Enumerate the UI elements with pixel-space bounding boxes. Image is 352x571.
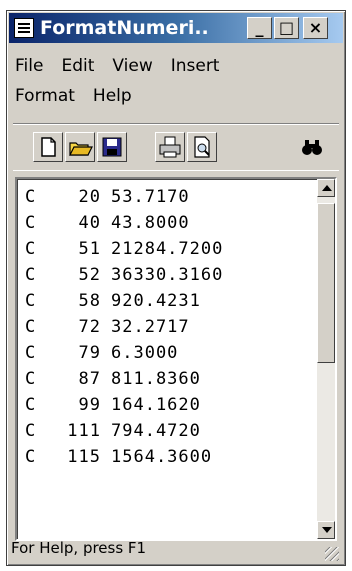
find-binoculars-icon[interactable] — [297, 132, 327, 162]
window-title: FormatNumeri... — [40, 17, 210, 39]
toolbar — [13, 123, 339, 171]
text-line: C 111 794.4720 — [25, 421, 201, 441]
print-preview-icon[interactable] — [187, 132, 217, 162]
arrow-down-icon — [322, 527, 332, 533]
menu-edit[interactable]: Edit — [61, 56, 94, 76]
arrow-up-icon — [322, 185, 332, 191]
status-bar: For Help, press F1 — [11, 535, 339, 561]
close-button[interactable]: × — [303, 17, 328, 39]
print-icon[interactable] — [155, 132, 185, 162]
scroll-thumb[interactable] — [317, 203, 335, 363]
menu-row-2: Format Help — [15, 81, 335, 111]
open-folder-icon[interactable] — [65, 132, 95, 162]
menu-row-1: File Edit View Insert — [15, 51, 335, 81]
status-text: For Help, press F1 — [11, 539, 147, 557]
save-disk-icon[interactable] — [97, 132, 127, 162]
text-line: C 79 6.3000 — [25, 343, 179, 363]
menu-view[interactable]: View — [112, 56, 152, 76]
scroll-up-button[interactable] — [317, 179, 335, 197]
text-line: C 72 32.2717 — [25, 317, 190, 337]
text-line: C 51 21284.7200 — [25, 239, 224, 259]
vertical-scrollbar[interactable] — [317, 179, 335, 539]
document-app-icon[interactable] — [14, 18, 34, 38]
maximize-button[interactable]: □ — [274, 17, 299, 39]
document-content: C 20 53.7170 C 40 43.8000 C 51 21284.7200 C 52 3… — [25, 187, 307, 473]
menu-file[interactable]: File — [15, 56, 43, 76]
text-line: C 115 1564.3600 — [25, 447, 213, 467]
text-line: C 58 920.4231 — [25, 291, 201, 311]
menu-help[interactable]: Help — [93, 86, 132, 106]
text-line: C 99 164.1620 — [25, 395, 201, 415]
menu-format[interactable]: Format — [15, 86, 75, 106]
minimize-button[interactable]: _ — [247, 17, 272, 39]
document-view[interactable]: C 20 53.7170 C 40 43.8000 C 51 21284.7200 C 52 3… — [15, 177, 337, 541]
app-window: FormatNumeri... _ □ × File Edit View Ins… — [6, 10, 346, 566]
text-line: C 87 811.8360 — [25, 369, 201, 389]
new-document-icon[interactable] — [33, 132, 63, 162]
menu-insert[interactable]: Insert — [171, 56, 220, 76]
text-line: C 52 36330.3160 — [25, 265, 224, 285]
menu-bar: File Edit View Insert Format Help — [15, 51, 335, 111]
title-bar[interactable]: FormatNumeri... _ □ × — [9, 13, 343, 43]
text-line: C 40 43.8000 — [25, 213, 190, 233]
text-line: C 20 53.7170 — [25, 187, 190, 207]
resize-grip-icon[interactable] — [325, 547, 339, 561]
